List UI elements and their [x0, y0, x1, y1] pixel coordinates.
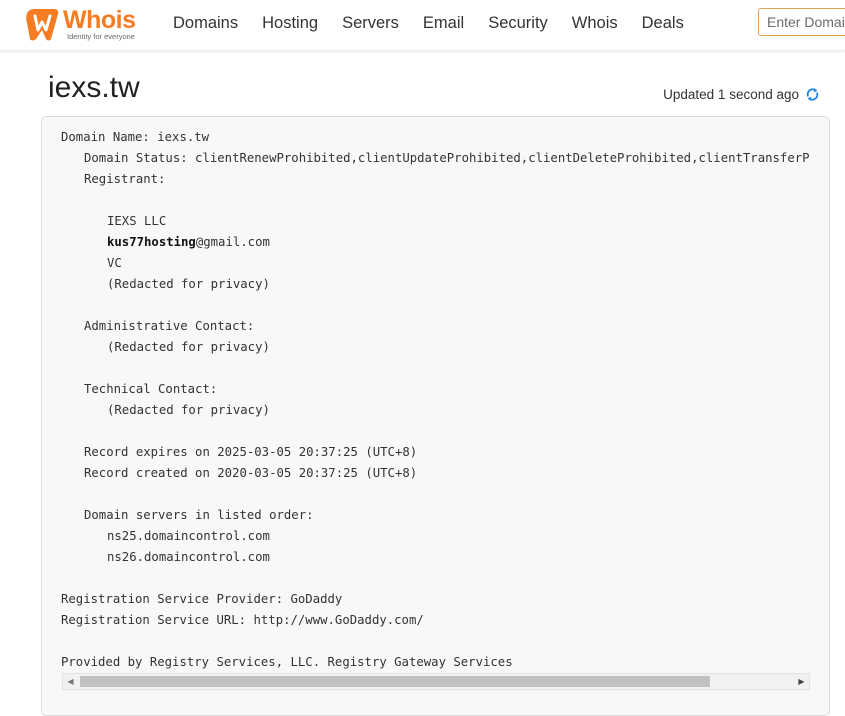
nav-domains[interactable]: Domains [173, 13, 238, 35]
record-ns-2: ns26.domaincontrol.com [107, 550, 270, 564]
record-registrant-name: IEXS LLC [107, 214, 167, 228]
record-blank [61, 421, 809, 442]
record-admin-redacted: (Redacted for privacy) [107, 340, 270, 354]
record-registrant-email: kus77hosting@gmail.com [61, 232, 809, 253]
nav-servers[interactable]: Servers [342, 13, 399, 35]
record-ns-label: Domain servers in listed order: [84, 508, 314, 522]
scrollbar-thumb[interactable] [80, 676, 710, 687]
registrant-email-domain: @gmail.com [195, 235, 270, 249]
record-blank [61, 358, 809, 379]
nav-security[interactable]: Security [488, 13, 548, 35]
whois-record-panel: Domain Name: iexs.tw Domain Status: clien… [41, 116, 830, 716]
record-blank [61, 631, 809, 652]
record-provider-url: Registration Service URL: http://www.GoD… [61, 613, 424, 627]
whois-record-text: Domain Name: iexs.tw Domain Status: clien… [61, 127, 809, 673]
updated-status: Updated 1 second ago [663, 86, 821, 103]
record-registrant-label: Registrant: [84, 172, 166, 186]
site-header: Whois Identity for everyone Domains Host… [0, 0, 845, 51]
scroll-left-arrow-icon[interactable]: ◀ [63, 674, 78, 689]
whois-logo-icon [26, 9, 59, 41]
record-blank [61, 568, 809, 589]
updated-text: Updated 1 second ago [663, 87, 799, 102]
nav-whois[interactable]: Whois [572, 13, 618, 35]
registrant-email-user: kus77hosting [107, 235, 196, 249]
record-tech-label: Technical Contact: [84, 382, 218, 396]
record-domain-status: Domain Status: clientRenewProhibited,cli… [84, 151, 809, 165]
record-admin-label: Administrative Contact: [84, 319, 255, 333]
whois-logo[interactable]: Whois Identity for everyone [24, 5, 154, 43]
scroll-right-arrow-icon[interactable]: ▶ [794, 674, 809, 689]
record-expires: Record expires on 2025-03-05 20:37:25 (U… [84, 445, 418, 459]
domain-search-input[interactable] [758, 8, 845, 36]
page-title: iexs.tw [48, 71, 140, 104]
record-provided-by: Provided by Registry Services, LLC. Regi… [61, 655, 513, 669]
record-created: Record created on 2020-03-05 20:37:25 (U… [84, 466, 418, 480]
nav-hosting[interactable]: Hosting [262, 13, 318, 35]
refresh-icon[interactable] [804, 86, 821, 103]
logo-tagline: Identity for everyone [67, 32, 135, 41]
nav-email[interactable]: Email [423, 13, 464, 35]
record-domain-name: Domain Name: iexs.tw [61, 130, 210, 144]
record-tech-redacted: (Redacted for privacy) [107, 403, 270, 417]
record-blank [61, 295, 809, 316]
record-registrant-country: VC [107, 256, 122, 270]
record-blank [61, 484, 809, 505]
main-nav: Domains Hosting Servers Email Security W… [173, 13, 708, 35]
horizontal-scrollbar[interactable]: ◀ ▶ [62, 673, 810, 690]
record-ns-1: ns25.domaincontrol.com [107, 529, 270, 543]
logo-wordmark: Whois [63, 6, 136, 34]
nav-deals[interactable]: Deals [642, 13, 684, 35]
record-registrant-redacted: (Redacted for privacy) [107, 277, 270, 291]
record-provider: Registration Service Provider: GoDaddy [61, 592, 343, 606]
record-blank [61, 190, 809, 211]
